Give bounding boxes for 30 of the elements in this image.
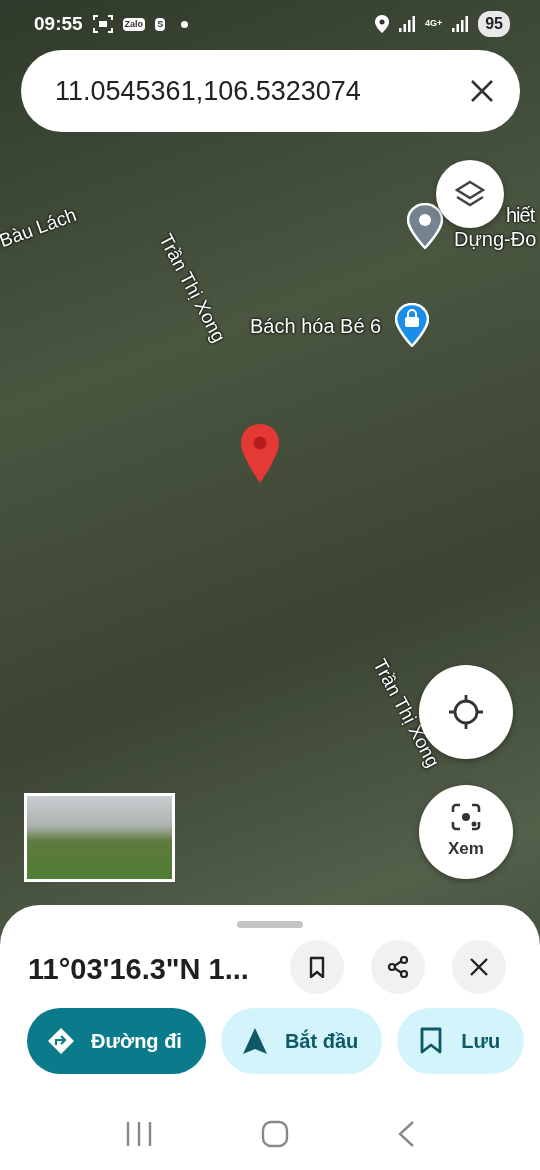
signal-icon (398, 16, 415, 32)
signal-icon (452, 16, 469, 32)
search-field[interactable]: 11.0545361,106.5323074 (21, 50, 520, 132)
dropped-pin-icon (240, 423, 280, 485)
close-icon (470, 79, 494, 103)
layers-icon (455, 179, 485, 209)
street-label: Trần Thị Xong (154, 230, 229, 347)
location-icon (374, 15, 389, 33)
place-label: Bách hóa Bé 6 (250, 315, 382, 337)
drag-handle[interactable] (237, 921, 303, 928)
status-time: 09:55 (34, 11, 83, 36)
place-title: 11°03'16.3"N 1... (28, 952, 249, 987)
home-icon[interactable] (261, 1120, 289, 1148)
street-view-photo[interactable] (24, 793, 175, 882)
notification-dot-icon (181, 20, 189, 28)
save-button[interactable]: Lưu (397, 1008, 525, 1074)
start-button[interactable]: Bắt đầu (220, 1008, 383, 1074)
place-pin-icon (407, 203, 443, 249)
app-notification-icon: S (155, 17, 166, 31)
directions-icon (47, 1027, 75, 1055)
crosshair-icon (448, 694, 484, 730)
directions-button[interactable]: Đường đi (27, 1008, 206, 1074)
screenshot-icon (92, 15, 113, 33)
street-label: Trần Thị Xong (368, 655, 443, 772)
place-label: Dựng-Đo (454, 228, 537, 250)
navigation-arrow-icon (240, 1027, 269, 1055)
share-icon (387, 956, 409, 978)
place-label: hiết (506, 204, 535, 226)
network-type: 4G+ (424, 17, 443, 31)
close-icon (468, 956, 490, 978)
